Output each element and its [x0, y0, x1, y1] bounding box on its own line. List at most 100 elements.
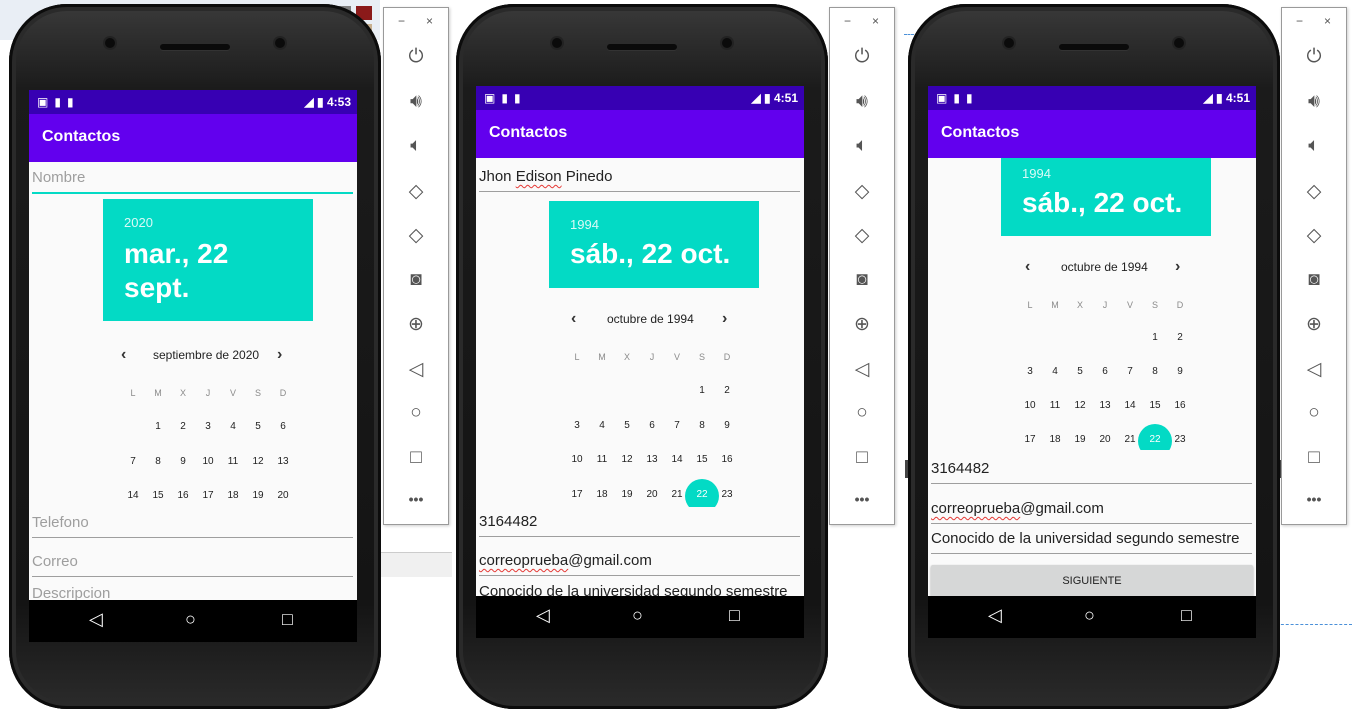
calendar-day[interactable]: 10 [1018, 400, 1042, 411]
calendar-day[interactable]: 12 [615, 454, 639, 465]
picker-year[interactable]: 1994 [570, 217, 599, 232]
home-icon[interactable]: ○ [830, 402, 894, 424]
rotate-right-icon[interactable]: ◇ [1282, 224, 1346, 247]
back-icon[interactable]: ◁ [89, 609, 103, 630]
calendar-day[interactable]: 17 [196, 490, 220, 501]
calendar-day[interactable]: 9 [715, 420, 739, 431]
volume-down-icon[interactable]: 🔈︎ [1282, 135, 1346, 157]
calendar-day[interactable]: 19 [1068, 434, 1092, 445]
calendar-day[interactable]: 5 [615, 420, 639, 431]
home-icon[interactable]: ○ [185, 609, 196, 630]
volume-up-icon[interactable]: 🔊︎ [830, 91, 894, 113]
phone-field[interactable]: Telefono [32, 511, 353, 538]
minimize-button[interactable]: − [1296, 14, 1303, 28]
close-button[interactable]: × [1324, 14, 1331, 28]
home-icon[interactable]: ○ [1084, 605, 1095, 626]
rotate-right-icon[interactable]: ◇ [384, 224, 448, 247]
power-icon[interactable]: ⏻ [384, 46, 448, 68]
picker-year[interactable]: 1994 [1022, 166, 1051, 181]
next-button[interactable]: SIGUIENTE [931, 565, 1253, 597]
more-icon[interactable]: ••• [1282, 491, 1346, 507]
calendar-day[interactable]: 12 [1068, 400, 1092, 411]
prev-month-icon[interactable]: ‹ [1025, 258, 1030, 276]
calendar-day[interactable]: 4 [221, 421, 245, 432]
calendar-day[interactable]: 15 [1143, 400, 1167, 411]
volume-down-icon[interactable]: 🔈︎ [384, 135, 448, 157]
volume-up-icon[interactable]: 🔊︎ [1282, 91, 1346, 113]
zoom-icon[interactable]: ⊕ [830, 313, 894, 336]
calendar-day[interactable]: 16 [171, 490, 195, 501]
prev-month-icon[interactable]: ‹ [571, 310, 576, 328]
calendar-day[interactable]: 8 [1143, 366, 1167, 377]
phone-field[interactable]: 3164482 [479, 510, 800, 537]
close-button[interactable]: × [426, 14, 433, 28]
calendar-day[interactable]: 19 [246, 490, 270, 501]
calendar-day[interactable]: 6 [640, 420, 664, 431]
calendar-day[interactable]: 14 [665, 454, 689, 465]
power-icon[interactable]: ⏻ [1282, 46, 1346, 68]
calendar-day[interactable]: 4 [1043, 366, 1067, 377]
calendar-day[interactable]: 19 [615, 489, 639, 500]
power-icon[interactable]: ⏻ [830, 46, 894, 68]
calendar-day[interactable]: 14 [121, 490, 145, 501]
calendar-day[interactable]: 13 [1093, 400, 1117, 411]
calendar-day[interactable]: 11 [1043, 400, 1067, 411]
camera-icon[interactable]: ◙ [384, 269, 448, 291]
calendar-day[interactable]: 9 [171, 456, 195, 467]
rotate-right-icon[interactable]: ◇ [830, 224, 894, 247]
calendar-day[interactable]: 11 [590, 454, 614, 465]
calendar-day[interactable]: 23 [1168, 434, 1192, 445]
overview-icon[interactable]: □ [830, 447, 894, 469]
calendar-day[interactable]: 7 [1118, 366, 1142, 377]
more-icon[interactable]: ••• [830, 491, 894, 507]
calendar-day[interactable]: 17 [1018, 434, 1042, 445]
name-field[interactable]: Nombre [32, 166, 353, 194]
calendar-day[interactable]: 7 [121, 456, 145, 467]
close-button[interactable]: × [872, 14, 879, 28]
email-field[interactable]: Correo [32, 550, 353, 577]
calendar-day[interactable]: 20 [640, 489, 664, 500]
home-icon[interactable]: ○ [384, 402, 448, 424]
back-icon[interactable]: ◁ [1282, 358, 1346, 381]
calendar-day[interactable]: 15 [146, 490, 170, 501]
name-field[interactable]: Jhon Edison Pinedo [479, 165, 800, 192]
calendar-day[interactable]: 6 [1093, 366, 1117, 377]
phone-field[interactable]: 3164482 [931, 457, 1252, 484]
calendar-day[interactable]: 3 [1018, 366, 1042, 377]
back-icon[interactable]: ◁ [536, 605, 550, 626]
calendar-day[interactable]: 20 [271, 490, 295, 501]
calendar-day[interactable]: 2 [1168, 332, 1192, 343]
prev-month-icon[interactable]: ‹ [121, 346, 126, 364]
next-month-icon[interactable]: › [277, 346, 282, 364]
calendar-day[interactable]: 16 [715, 454, 739, 465]
calendar-day[interactable]: 8 [146, 456, 170, 467]
calendar-day[interactable]: 12 [246, 456, 270, 467]
camera-icon[interactable]: ◙ [830, 269, 894, 291]
back-icon[interactable]: ◁ [384, 358, 448, 381]
zoom-icon[interactable]: ⊕ [1282, 313, 1346, 336]
calendar-day[interactable]: 13 [271, 456, 295, 467]
calendar-day[interactable]: 22 [1143, 434, 1167, 445]
minimize-button[interactable]: − [844, 14, 851, 28]
email-field[interactable]: correoprueba@gmail.com [931, 497, 1252, 524]
calendar-day[interactable]: 1 [1143, 332, 1167, 343]
calendar-day[interactable]: 5 [1068, 366, 1092, 377]
calendar-day[interactable]: 13 [640, 454, 664, 465]
calendar-day[interactable]: 1 [146, 421, 170, 432]
picker-year[interactable]: 2020 [124, 215, 153, 230]
overview-icon[interactable]: □ [282, 609, 293, 630]
home-icon[interactable]: ○ [1282, 402, 1346, 424]
calendar-day[interactable]: 2 [171, 421, 195, 432]
calendar-day[interactable]: 23 [715, 489, 739, 500]
calendar-day[interactable]: 18 [1043, 434, 1067, 445]
calendar-day[interactable]: 9 [1168, 366, 1192, 377]
calendar-day[interactable]: 11 [221, 456, 245, 467]
email-field[interactable]: correoprueba@gmail.com [479, 549, 800, 576]
overview-icon[interactable]: □ [1181, 605, 1192, 626]
next-month-icon[interactable]: › [722, 310, 727, 328]
volume-down-icon[interactable]: 🔈︎ [830, 135, 894, 157]
minimize-button[interactable]: − [398, 14, 405, 28]
rotate-left-icon[interactable]: ◇ [830, 180, 894, 203]
camera-icon[interactable]: ◙ [1282, 269, 1346, 291]
calendar-day[interactable]: 5 [246, 421, 270, 432]
